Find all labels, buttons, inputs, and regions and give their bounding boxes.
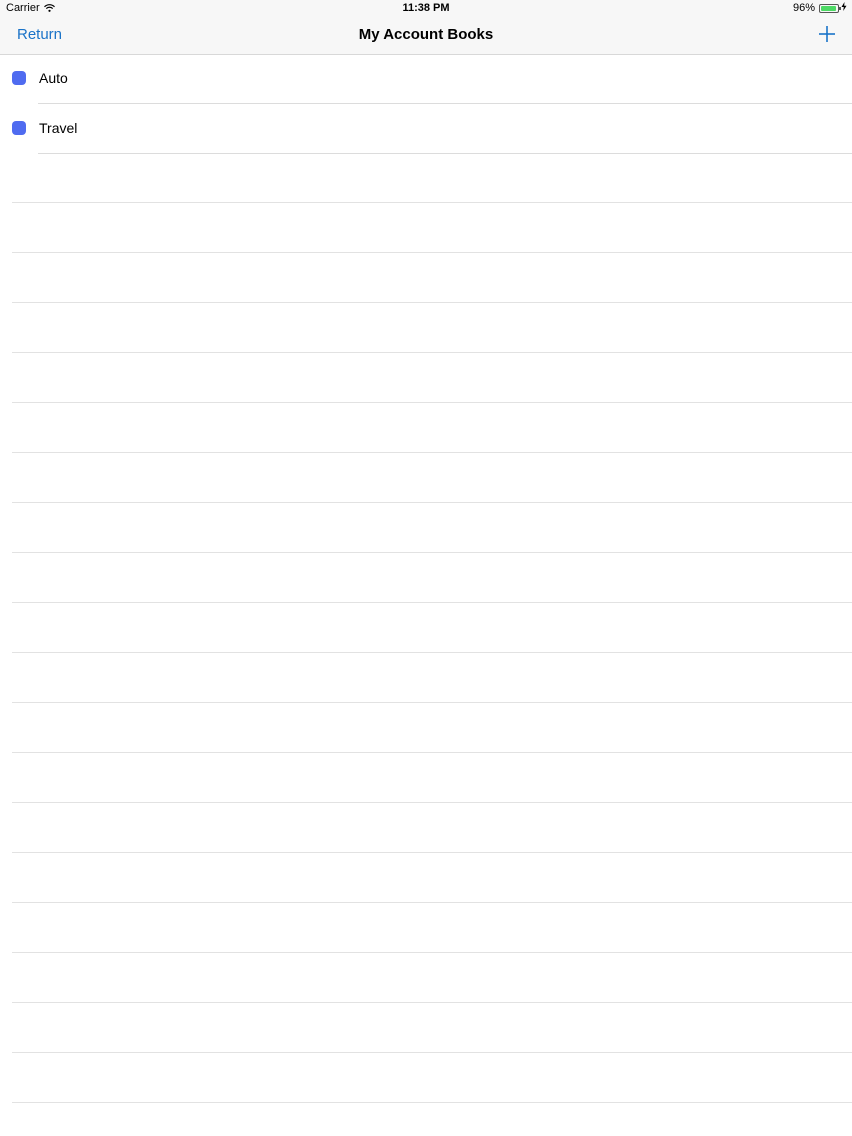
empty-row: [0, 803, 852, 853]
book-color-indicator: [12, 121, 26, 135]
battery-percent: 96%: [792, 2, 815, 14]
empty-row: [0, 203, 852, 253]
row-divider: [12, 1102, 852, 1103]
empty-row: [0, 853, 852, 903]
status-right: 96%: [793, 2, 847, 14]
empty-row: [0, 953, 852, 1003]
battery-cap: [839, 6, 841, 10]
plus-icon: [819, 26, 835, 42]
navigation-bar: Return My Account Books: [0, 17, 852, 55]
charging-bolt-icon: [841, 2, 847, 14]
empty-row: [0, 453, 852, 503]
empty-row: [0, 703, 852, 753]
empty-row: [0, 653, 852, 703]
empty-row: [0, 253, 852, 303]
list-item[interactable]: Travel: [0, 104, 852, 154]
empty-row: [0, 603, 852, 653]
page-title: My Account Books: [358, 26, 494, 43]
battery-fill: [821, 5, 837, 11]
account-book-list: Auto Travel: [0, 54, 852, 154]
empty-row: [0, 753, 852, 803]
list-item[interactable]: Auto: [0, 54, 852, 104]
empty-row: [0, 403, 852, 453]
empty-row: [0, 553, 852, 603]
status-time: 11:38 PM: [402, 2, 450, 14]
empty-row: [0, 353, 852, 403]
empty-row: [0, 903, 852, 953]
battery-icon: [819, 3, 841, 13]
book-name: Travel: [39, 120, 78, 136]
book-name: Auto: [39, 70, 68, 86]
empty-row: [0, 303, 852, 353]
add-book-button[interactable]: [816, 23, 838, 45]
empty-row: [0, 503, 852, 553]
empty-row: [0, 1003, 852, 1053]
empty-table-area: [0, 153, 852, 1103]
status-bar: Carrier 11:38 PM 96%: [0, 0, 852, 17]
empty-row: [0, 1053, 852, 1103]
book-color-indicator: [12, 71, 26, 85]
empty-row: [0, 153, 852, 203]
